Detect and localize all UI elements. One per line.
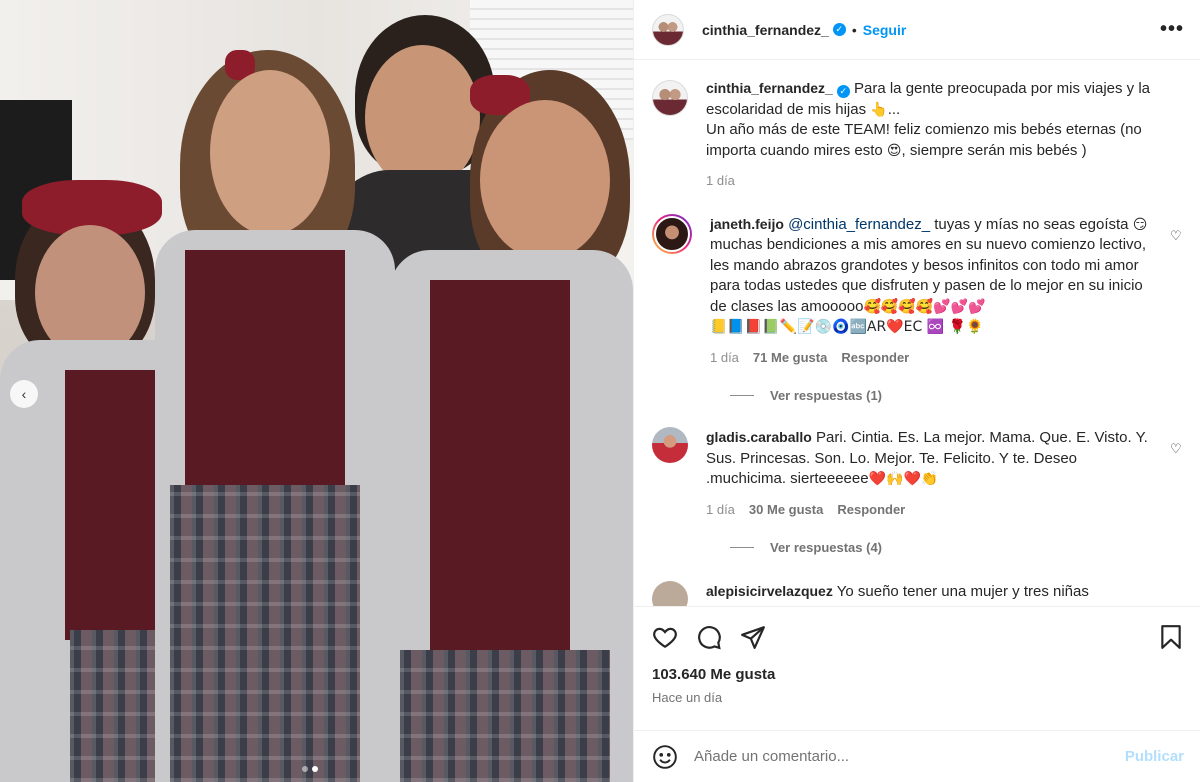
post-side-panel: cinthia_fernandez_ ✓ • Seguir ••• cinthi… bbox=[633, 0, 1200, 782]
caption-text-3: , siempre serán mis bebés ) bbox=[901, 141, 1087, 159]
commenter-avatar[interactable] bbox=[652, 213, 692, 254]
author-avatar[interactable] bbox=[652, 13, 684, 46]
like-comment-heart-icon[interactable]: ♡ bbox=[1170, 441, 1184, 456]
comment-emojis-2: 📒📘📕📗✏️📝💿🧿🔤AR❤️EC ♾️ 🌹🌻 bbox=[710, 319, 984, 335]
girl-right-skirt bbox=[400, 650, 610, 782]
comment-composer: Publicar bbox=[634, 730, 1200, 782]
girl-right-face bbox=[480, 100, 610, 260]
commenter-avatar[interactable] bbox=[652, 581, 688, 606]
publish-button[interactable]: Publicar bbox=[1125, 748, 1184, 765]
girl-middle-shirt bbox=[185, 250, 345, 500]
post-modal: ‹ cinthia_fernandez_ ✓ • Seguir ••• cint… bbox=[0, 0, 1200, 782]
more-options-icon[interactable]: ••• bbox=[1160, 18, 1184, 41]
carousel-dot-active bbox=[312, 766, 318, 772]
comment-likes[interactable]: 71 Me gusta bbox=[753, 348, 827, 369]
post-photo[interactable]: ‹ bbox=[0, 0, 633, 782]
emoji-smiley-icon[interactable] bbox=[652, 744, 678, 770]
comment-username[interactable]: janeth.feijo bbox=[710, 216, 784, 232]
comment-row: janeth.feijo @cinthia_fernandez_ tuyas y… bbox=[652, 213, 1184, 369]
reply-button[interactable]: Responder bbox=[837, 500, 905, 521]
comment-text-1: tuyas y mías no seas egoísta bbox=[930, 215, 1133, 233]
comment-username[interactable]: gladis.caraballo bbox=[706, 429, 812, 445]
caption-username[interactable]: cinthia_fernandez_ bbox=[706, 80, 833, 96]
commenter-avatar[interactable] bbox=[652, 427, 688, 463]
comment-mention[interactable]: @cinthia_fernandez_ bbox=[788, 216, 930, 233]
girl-middle-skirt bbox=[170, 485, 360, 782]
carousel-dot bbox=[302, 766, 308, 772]
post-actions-bar bbox=[634, 606, 1200, 666]
view-replies-button[interactable]: Ver respuestas (1) bbox=[730, 388, 1184, 403]
comments-list[interactable]: cinthia_fernandez_ ✓ Para la gente preocu… bbox=[634, 60, 1200, 606]
verified-badge-icon: ✓ bbox=[836, 85, 850, 98]
reply-button[interactable]: Responder bbox=[841, 348, 909, 369]
comment-emojis-1: 🥰🥰🥰🥰💕💕💕 bbox=[863, 298, 986, 315]
verified-badge-icon: ✓ bbox=[832, 23, 846, 36]
heart-eyes-emoji: 😍 bbox=[886, 142, 902, 159]
caption-ellipsis: ... bbox=[887, 100, 901, 118]
like-heart-icon[interactable] bbox=[652, 624, 678, 650]
header-separator: • bbox=[851, 21, 857, 38]
carousel-prev-button[interactable]: ‹ bbox=[10, 380, 38, 408]
caption-row: cinthia_fernandez_ ✓ Para la gente preocu… bbox=[652, 78, 1184, 192]
replies-line bbox=[730, 547, 754, 548]
comment-emojis-1: ❤️🙌❤️👏 bbox=[868, 471, 939, 487]
view-replies-button[interactable]: Ver respuestas (4) bbox=[730, 540, 1184, 555]
author-avatar[interactable] bbox=[652, 80, 688, 116]
post-header: cinthia_fernandez_ ✓ • Seguir ••• bbox=[634, 0, 1200, 60]
view-replies-label[interactable]: Ver respuestas (4) bbox=[770, 540, 882, 555]
pointing-up-emoji: 👆 bbox=[870, 101, 888, 118]
likes-count[interactable]: 103.640 Me gusta bbox=[634, 666, 1200, 688]
chevron-left-icon: ‹ bbox=[21, 386, 27, 402]
comment-likes[interactable]: 30 Me gusta bbox=[749, 500, 823, 521]
carousel-dots bbox=[302, 766, 318, 772]
girl-middle-face bbox=[210, 70, 330, 235]
follow-button[interactable]: Seguir bbox=[863, 22, 907, 38]
caption-time[interactable]: 1 día bbox=[706, 171, 735, 192]
author-username[interactable]: cinthia_fernandez_ bbox=[702, 22, 829, 38]
replies-line bbox=[730, 395, 754, 396]
like-comment-heart-icon[interactable]: ♡ bbox=[1170, 228, 1184, 243]
view-replies-label[interactable]: Ver respuestas (1) bbox=[770, 388, 882, 403]
smirk-emoji: 😏 bbox=[1132, 216, 1148, 233]
girl-right-shirt bbox=[430, 280, 570, 660]
comment-time[interactable]: 1 día bbox=[706, 500, 735, 521]
comment-username[interactable]: alepisicirvelazquez bbox=[706, 583, 833, 599]
share-send-icon[interactable] bbox=[740, 624, 766, 650]
comment-input[interactable] bbox=[694, 748, 1109, 765]
comment-text-1: Yo sueño tener una mujer y tres niñas bbox=[836, 583, 1089, 600]
comment-time[interactable]: 1 día bbox=[710, 348, 739, 369]
comment-row: alepisicirvelazquez Yo sueño tener una m… bbox=[652, 581, 1184, 606]
comment-bubble-icon[interactable] bbox=[696, 624, 722, 650]
mother-face bbox=[365, 45, 480, 190]
posted-time[interactable]: Hace un día bbox=[634, 688, 1200, 716]
bookmark-icon[interactable] bbox=[1158, 624, 1184, 650]
comment-row: gladis.caraballo Pari. Cintia. Es. La me… bbox=[652, 427, 1184, 520]
